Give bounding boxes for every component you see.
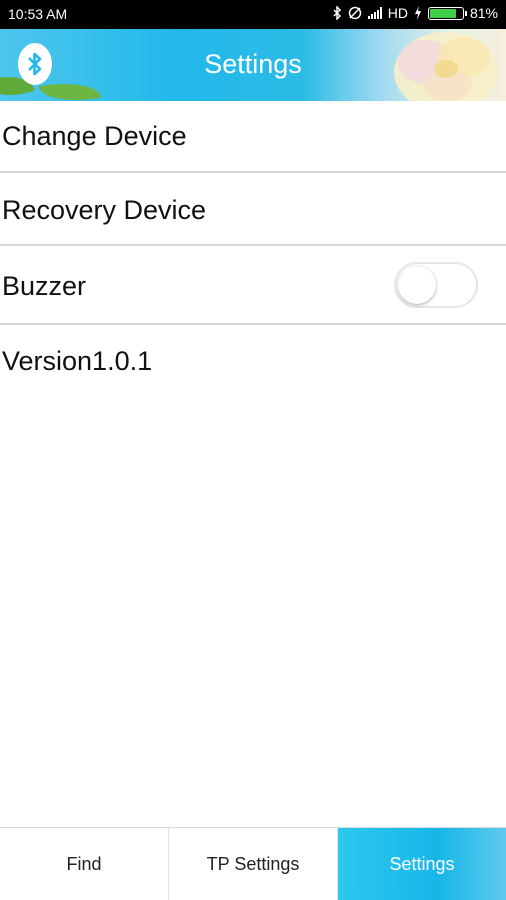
- signal-icon: [367, 7, 382, 19]
- battery-icon: [427, 6, 467, 20]
- tab-find[interactable]: Find: [0, 828, 168, 900]
- change-device-item[interactable]: Change Device: [0, 101, 506, 173]
- do-not-disturb-icon: [348, 6, 361, 20]
- change-device-label: Change Device: [2, 121, 187, 151]
- battery-percent: 81%: [469, 5, 498, 21]
- toggle-knob: [398, 266, 436, 304]
- recovery-device-label: Recovery Device: [2, 195, 207, 225]
- tab-settings-label: Settings: [389, 853, 455, 874]
- tab-tp-settings[interactable]: TP Settings: [168, 828, 337, 900]
- charging-icon: [414, 6, 421, 20]
- tab-find-label: Find: [66, 853, 102, 874]
- status-icons: HD 81%: [333, 5, 498, 21]
- buzzer-toggle[interactable]: [394, 262, 478, 308]
- status-bar: 10:53 AM HD 81%: [0, 0, 506, 29]
- tab-tp-settings-label: TP Settings: [206, 853, 300, 874]
- recovery-device-item[interactable]: Recovery Device: [0, 173, 506, 246]
- buzzer-item: Buzzer: [0, 246, 506, 325]
- network-type: HD: [387, 5, 408, 21]
- battery-fill: [429, 8, 456, 18]
- status-time: 10:53 AM: [8, 6, 68, 22]
- page-title: Settings: [204, 49, 302, 79]
- buzzer-label: Buzzer: [2, 271, 87, 301]
- app-header: Settings: [0, 29, 506, 101]
- bluetooth-icon: [333, 6, 341, 20]
- bottom-nav: Find TP Settings Settings: [0, 827, 506, 900]
- app-version: Version1.0.1: [2, 346, 153, 376]
- tab-settings[interactable]: Settings: [337, 828, 506, 900]
